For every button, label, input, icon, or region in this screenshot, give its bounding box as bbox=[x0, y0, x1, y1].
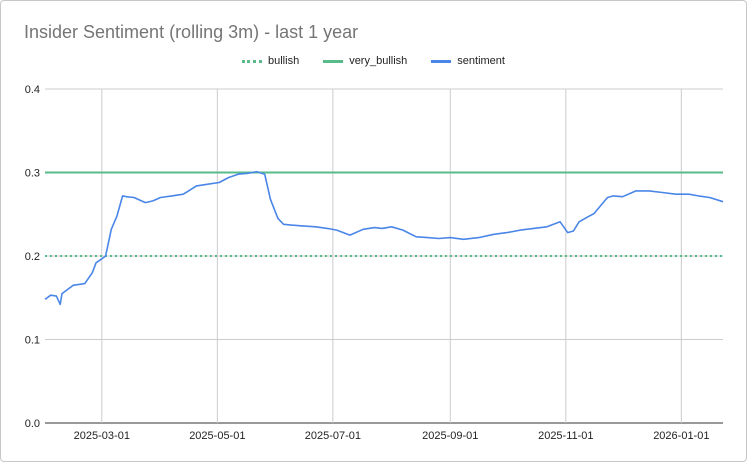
y-tick-label: 0.4 bbox=[25, 84, 40, 96]
chart-plot-area: 0.0 0.1 0.2 0.3 0.4 2025-03-01 2025-05-01 2025-… bbox=[25, 84, 724, 442]
y-tick-label: 0.0 bbox=[25, 418, 40, 430]
y-tick-label: 0.3 bbox=[25, 168, 40, 180]
x-tick-label: 2025-07-01 bbox=[305, 430, 361, 442]
x-tick-label: 2025-11-01 bbox=[538, 430, 593, 442]
x-tick-label: 2025-05-01 bbox=[189, 430, 245, 442]
x-tick-label: 2025-09-01 bbox=[422, 430, 478, 442]
x-tick-label: 2026-01-01 bbox=[653, 430, 709, 442]
x-tick-label: 2025-03-01 bbox=[74, 430, 130, 442]
series-line-sentiment bbox=[44, 170, 724, 306]
y-tick-label: 0.1 bbox=[25, 335, 40, 347]
y-tick-label: 0.2 bbox=[25, 251, 40, 263]
